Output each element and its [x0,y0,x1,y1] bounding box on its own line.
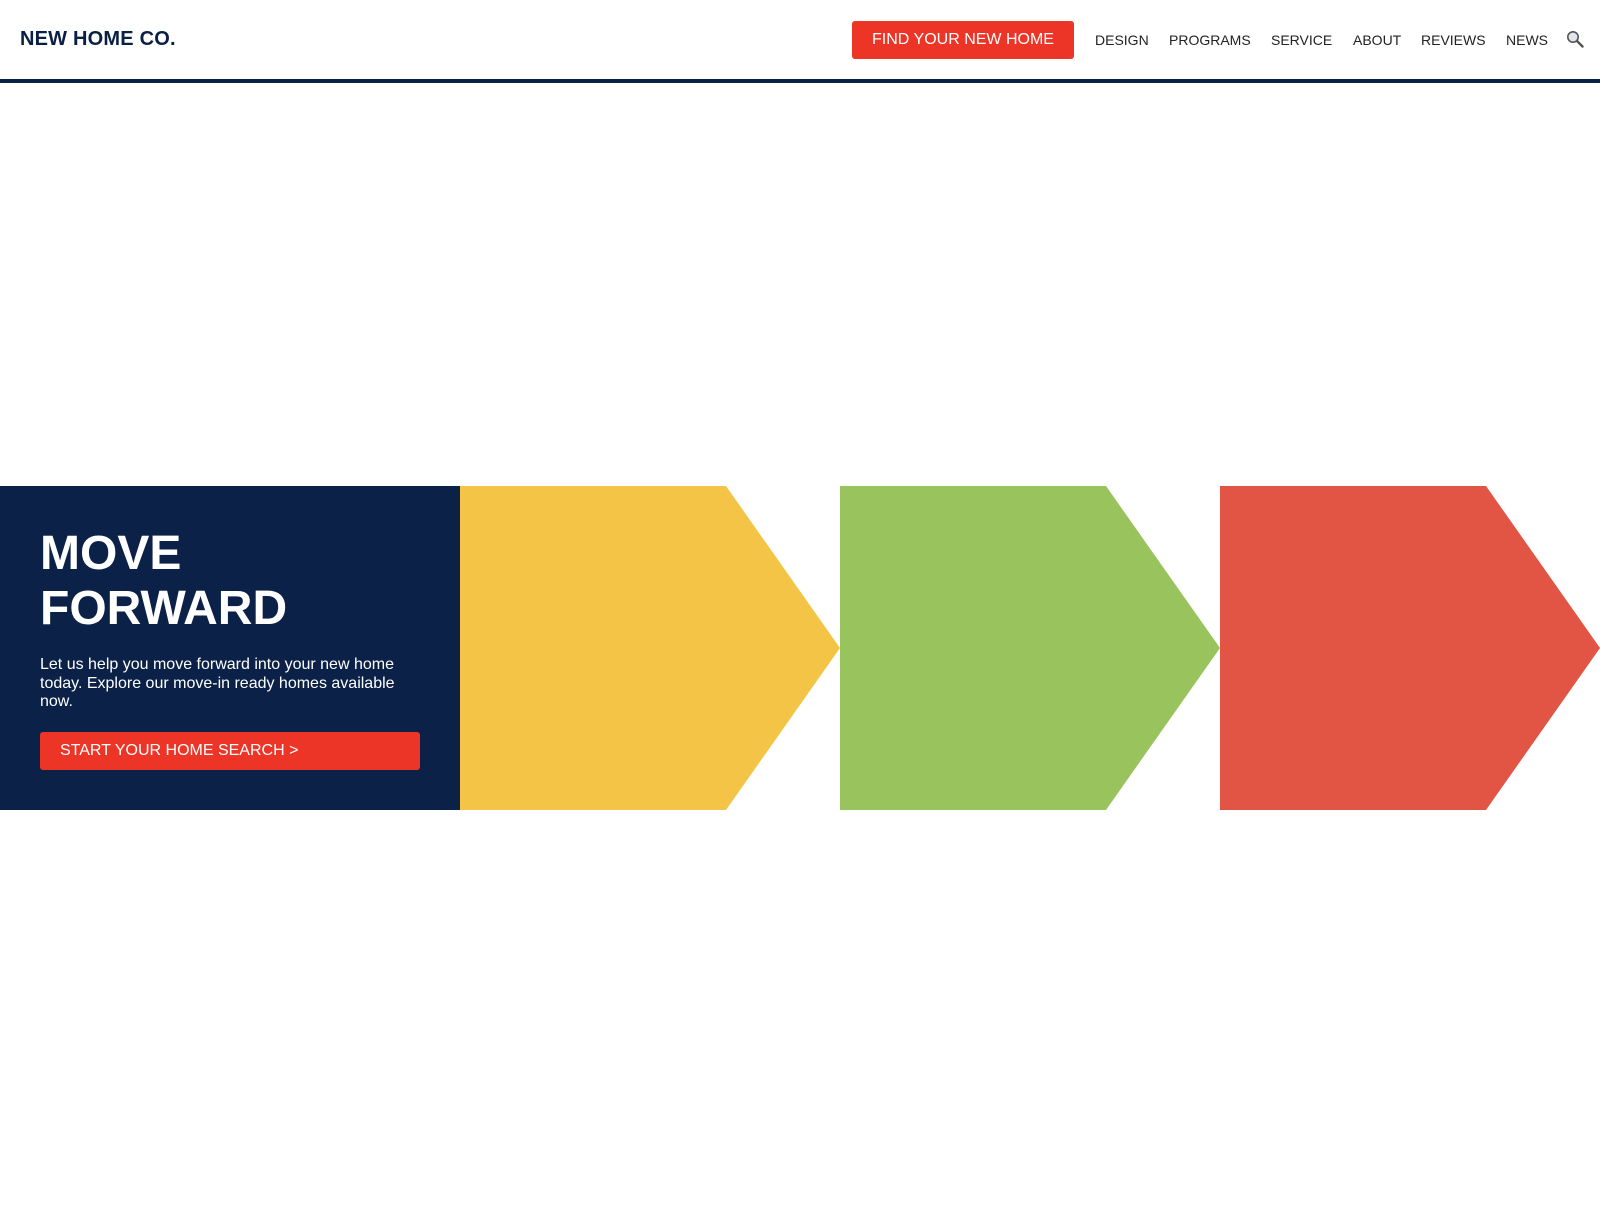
site-header: NEW HOME CO. FIND YOUR NEW HOME DESIGN P… [0,0,1600,83]
main-nav: DESIGN PROGRAMS SERVICE ABOUT REVIEWS NE… [1095,32,1556,48]
nav-item-about[interactable]: ABOUT [1353,32,1421,48]
nav-item-news[interactable]: NEWS [1506,32,1556,48]
hero-description: Let us help you move forward into your n… [40,656,395,710]
hero-panel: MOVE FORWARD Let us help you move forwar… [0,486,460,810]
nav-item-design[interactable]: DESIGN [1095,32,1169,48]
green-arrow [840,486,1220,810]
nav-item-programs[interactable]: PROGRAMS [1169,32,1271,48]
nav-item-service[interactable]: SERVICE [1271,32,1353,48]
start-home-search-button[interactable]: START YOUR HOME SEARCH > [40,732,420,770]
hero-title: MOVE FORWARD [40,526,440,636]
site-logo[interactable]: NEW HOME CO. [20,28,176,51]
nav-item-reviews[interactable]: REVIEWS [1421,32,1506,48]
hero-section: MOVE FORWARD Let us help you move forwar… [0,486,1600,810]
yellow-arrow [460,486,840,810]
find-your-new-home-button[interactable]: FIND YOUR NEW HOME [852,21,1074,59]
hero-title-line-2: FORWARD [40,582,288,635]
search-icon[interactable] [1566,30,1584,48]
red-arrow [1220,486,1600,810]
hero-title-line-1: MOVE [40,527,182,580]
